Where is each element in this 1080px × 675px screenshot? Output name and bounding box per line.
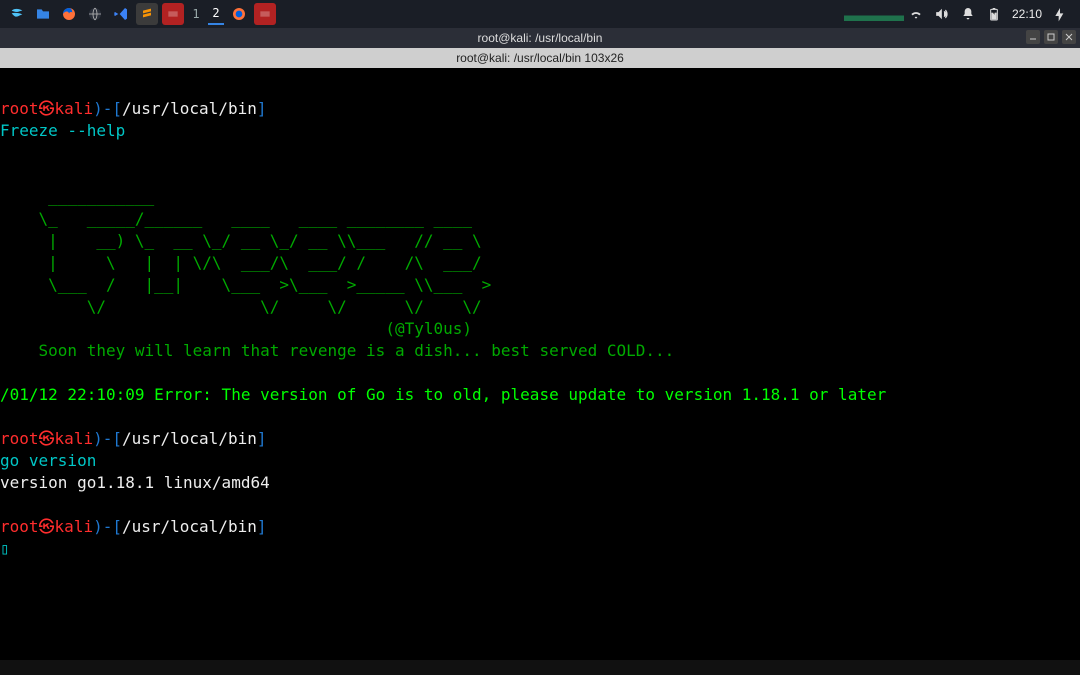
prompt-user: root bbox=[0, 99, 39, 118]
workspace-1[interactable]: 1 bbox=[188, 3, 204, 25]
command-1: Freeze --help bbox=[0, 121, 125, 140]
skull-icon-3: ㉿ bbox=[39, 517, 55, 536]
ascii-line-5: \/ \/ \/ \/ \/ bbox=[0, 297, 539, 316]
prompt-end-2: ] bbox=[257, 429, 267, 448]
sublime-icon[interactable] bbox=[136, 3, 158, 25]
prompt-end: ] bbox=[257, 99, 267, 118]
app-red-icon-1[interactable] bbox=[162, 3, 184, 25]
ascii-line-2: | __) \_ __ \_/ __ \_/ __ \\___ // __ \ bbox=[0, 231, 539, 250]
output-2: version go1.18.1 linux/amd64 bbox=[0, 473, 270, 492]
prompt-user-3: root bbox=[0, 517, 39, 536]
skull-icon-2: ㉿ bbox=[39, 429, 55, 448]
ascii-line-4: \___ / |__| \___ >\___ >_____ \\___ > bbox=[0, 275, 539, 294]
ascii-line-1: \_ _____/______ ____ ____ ________ ____ bbox=[0, 209, 539, 228]
ascii-author: (@Tyl0us) bbox=[0, 319, 472, 338]
terminal-tab-title: root@kali: /usr/local/bin 103x26 bbox=[456, 51, 624, 65]
window-close-button[interactable] bbox=[1062, 30, 1076, 44]
volume-icon[interactable] bbox=[934, 6, 950, 22]
terminal[interactable]: root㉿kali)-[/usr/local/bin] Freeze --hel… bbox=[0, 68, 1080, 660]
ascii-tagline: Soon they will learn that revenge is a d… bbox=[0, 341, 674, 360]
firefox-running-icon[interactable] bbox=[228, 3, 250, 25]
battery-icon[interactable] bbox=[986, 6, 1002, 22]
firefox-esr-icon[interactable] bbox=[58, 3, 80, 25]
power-icon[interactable] bbox=[1052, 6, 1068, 22]
error-output: /01/12 22:10:09 Error: The version of Go… bbox=[0, 385, 886, 404]
prompt-path-3: /usr/local/bin bbox=[122, 517, 257, 536]
command-2: go version bbox=[0, 451, 96, 470]
window-title: root@kali: /usr/local/bin bbox=[478, 31, 603, 45]
workspace-2-label: 2 bbox=[212, 6, 219, 20]
files-icon[interactable] bbox=[32, 3, 54, 25]
wifi-icon[interactable] bbox=[908, 6, 924, 22]
cpu-graph bbox=[844, 7, 904, 21]
skull-icon: ㉿ bbox=[39, 99, 55, 118]
desktop-background bbox=[0, 660, 1080, 675]
prompt-path: /usr/local/bin bbox=[122, 99, 257, 118]
prompt-host: kali bbox=[55, 99, 94, 118]
terminal-tab[interactable]: root@kali: /usr/local/bin 103x26 bbox=[0, 48, 1080, 68]
bell-icon[interactable] bbox=[960, 6, 976, 22]
prompt-path-2: /usr/local/bin bbox=[122, 429, 257, 448]
browser-icon[interactable] bbox=[84, 3, 106, 25]
workspace-1-label: 1 bbox=[192, 7, 199, 21]
cursor: ▯ bbox=[0, 539, 10, 558]
prompt-sep-3: )-[ bbox=[93, 517, 122, 536]
vscode-icon[interactable] bbox=[110, 3, 132, 25]
clock[interactable]: 22:10 bbox=[1012, 7, 1042, 21]
workspace-2[interactable]: 2 bbox=[208, 3, 224, 25]
ascii-line-0: ___________ bbox=[0, 187, 539, 206]
prompt-user-2: root bbox=[0, 429, 39, 448]
prompt-sep: )-[ bbox=[93, 99, 122, 118]
window-minimize-button[interactable] bbox=[1026, 30, 1040, 44]
ascii-line-3: | \ | | \/\ ___/\ ___/ / /\ ___/ bbox=[0, 253, 539, 272]
prompt-sep-2: )-[ bbox=[93, 429, 122, 448]
kali-menu-icon[interactable] bbox=[6, 3, 28, 25]
app-red-icon-2[interactable] bbox=[254, 3, 276, 25]
system-tray: 22:10 bbox=[908, 6, 1068, 22]
prompt-end-3: ] bbox=[257, 517, 267, 536]
window-titlebar[interactable]: root@kali: /usr/local/bin bbox=[0, 28, 1080, 48]
prompt-host-3: kali bbox=[55, 517, 94, 536]
window-maximize-button[interactable] bbox=[1044, 30, 1058, 44]
prompt-host-2: kali bbox=[55, 429, 94, 448]
taskbar: 1 2 22:10 bbox=[0, 0, 1080, 28]
